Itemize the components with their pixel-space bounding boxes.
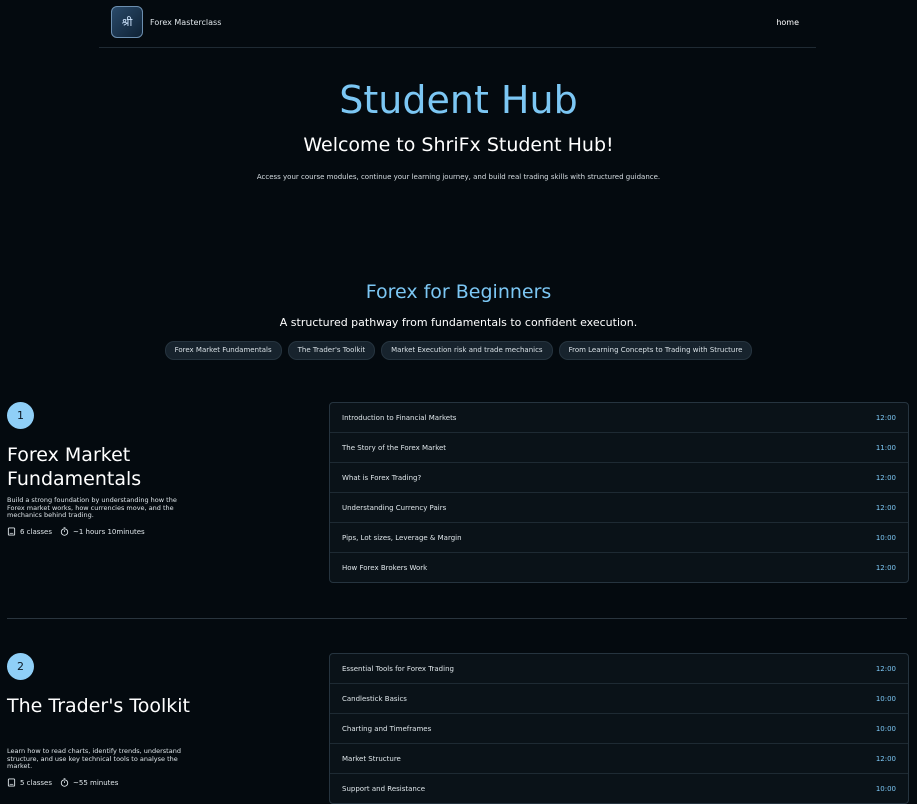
module-chips: Forex Market Fundamentals The Trader's T… bbox=[0, 341, 917, 360]
module-meta: 5 classes ~55 minutes bbox=[7, 778, 118, 787]
lesson-list: Introduction to Financial Markets 12:00 T… bbox=[329, 402, 909, 583]
page-title: Student Hub bbox=[339, 78, 578, 122]
brand-name: Forex Masterclass bbox=[150, 18, 222, 27]
lesson-time: 12:00 bbox=[875, 413, 896, 422]
lesson-item[interactable]: Understanding Currency Pairs 12:00 bbox=[330, 493, 908, 523]
hero-description: Access your course modules, continue you… bbox=[256, 173, 661, 181]
course-subtitle: A structured pathway from fundamentals t… bbox=[279, 316, 638, 329]
lesson-time: 10:00 bbox=[875, 533, 896, 542]
module-number-badge: 1 bbox=[7, 402, 34, 429]
lesson-item[interactable]: Candlestick Basics 10:00 bbox=[330, 684, 908, 714]
lesson-item[interactable]: Essential Tools for Forex Trading 12:00 bbox=[330, 654, 908, 684]
duration: ~1 hours 10minutes bbox=[60, 527, 145, 536]
book-icon bbox=[7, 527, 16, 536]
lesson-item[interactable]: Market Structure 12:00 bbox=[330, 744, 908, 774]
lesson-title: Introduction to Financial Markets bbox=[342, 413, 457, 422]
lesson-title: How Forex Brokers Work bbox=[342, 563, 428, 572]
chip-traders-toolkit[interactable]: The Trader's Toolkit bbox=[287, 341, 376, 360]
chip-forex-market-fundamentals[interactable]: Forex Market Fundamentals bbox=[164, 341, 282, 360]
lesson-time: 10:00 bbox=[875, 784, 896, 793]
lesson-title: Pips, Lot sizes, Leverage & Margin bbox=[342, 533, 462, 542]
module-description: Learn how to read charts, identify trend… bbox=[7, 747, 181, 770]
lesson-title: Essential Tools for Forex Trading bbox=[342, 664, 454, 673]
book-icon bbox=[7, 778, 16, 787]
lesson-item[interactable]: The Story of the Forex Market 11:00 bbox=[330, 433, 908, 463]
module-title: Forex Market Fundamentals bbox=[7, 444, 142, 490]
lesson-time: 12:00 bbox=[875, 563, 896, 572]
lesson-list: Essential Tools for Forex Trading 12:00 C… bbox=[329, 653, 909, 804]
logo-glyph: श्री bbox=[121, 15, 133, 29]
duration: ~55 minutes bbox=[60, 778, 118, 787]
section-divider bbox=[7, 618, 907, 619]
lesson-title: Candlestick Basics bbox=[342, 694, 407, 703]
stopwatch-icon bbox=[60, 527, 69, 536]
course-title: Forex for Beginners bbox=[365, 281, 552, 303]
lesson-title: Understanding Currency Pairs bbox=[342, 503, 447, 512]
duration-label: ~55 minutes bbox=[73, 778, 119, 787]
module-title: The Trader's Toolkit bbox=[7, 695, 191, 717]
lesson-item[interactable]: Support and Resistance 10:00 bbox=[330, 774, 908, 803]
logo[interactable]: श्री bbox=[111, 6, 143, 38]
lesson-title: What is Forex Trading? bbox=[342, 473, 422, 482]
lesson-time: 12:00 bbox=[875, 754, 896, 763]
chip-market-execution[interactable]: Market Execution risk and trade mechanic… bbox=[381, 341, 553, 360]
lesson-title: The Story of the Forex Market bbox=[342, 443, 447, 452]
lesson-title: Support and Resistance bbox=[342, 784, 426, 793]
lesson-item[interactable]: Introduction to Financial Markets 12:00 bbox=[330, 403, 908, 433]
lesson-time: 12:00 bbox=[875, 473, 896, 482]
module-meta: 6 classes ~1 hours 10minutes bbox=[7, 527, 145, 536]
classes-count: 6 classes bbox=[7, 527, 52, 536]
top-nav: श्री Forex Masterclass home bbox=[99, 0, 816, 48]
lesson-title: Market Structure bbox=[342, 754, 401, 763]
welcome-heading: Welcome to ShriFx Student Hub! bbox=[303, 134, 614, 156]
duration-label: ~1 hours 10minutes bbox=[73, 527, 145, 536]
lesson-title: Charting and Timeframes bbox=[342, 724, 432, 733]
lesson-time: 12:00 bbox=[875, 664, 896, 673]
lesson-time: 10:00 bbox=[875, 694, 896, 703]
module-description: Build a strong foundation by understandi… bbox=[7, 496, 177, 519]
lesson-item[interactable]: What is Forex Trading? 12:00 bbox=[330, 463, 908, 493]
nav-home-link[interactable]: home bbox=[776, 18, 799, 27]
lesson-item[interactable]: Pips, Lot sizes, Leverage & Margin 10:00 bbox=[330, 523, 908, 553]
lesson-item[interactable]: Charting and Timeframes 10:00 bbox=[330, 714, 908, 744]
lesson-time: 12:00 bbox=[875, 503, 896, 512]
lesson-time: 11:00 bbox=[875, 443, 896, 452]
stopwatch-icon bbox=[60, 778, 69, 787]
module-number-badge: 2 bbox=[7, 653, 34, 680]
classes-count: 5 classes bbox=[7, 778, 52, 787]
classes-label: 6 classes bbox=[20, 527, 53, 536]
chip-learning-to-trading[interactable]: From Learning Concepts to Trading with S… bbox=[558, 341, 753, 360]
lesson-item[interactable]: How Forex Brokers Work 12:00 bbox=[330, 553, 908, 582]
classes-label: 5 classes bbox=[20, 778, 53, 787]
lesson-time: 10:00 bbox=[875, 724, 896, 733]
